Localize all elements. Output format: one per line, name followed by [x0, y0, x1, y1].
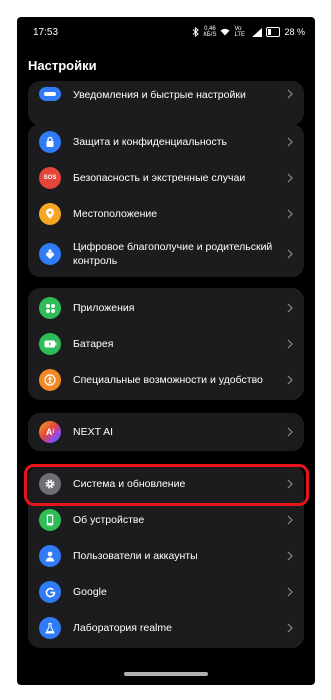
chevron-right-icon: [287, 209, 293, 219]
settings-item-label: Об устройстве: [73, 514, 145, 526]
settings-item-label: Безопасность и экстренные случаи: [73, 172, 246, 184]
settings-item-accessibility[interactable]: Специальные возможности и удобство: [28, 362, 304, 398]
chevron-right-icon: [287, 339, 293, 349]
chevron-right-icon: [287, 137, 293, 147]
home-indicator[interactable]: [124, 672, 208, 676]
chevron-right-icon: [287, 551, 293, 561]
heart-person-icon: [39, 243, 61, 265]
network-speed: 0,46 КБ/S: [203, 26, 216, 38]
flask-icon: [39, 617, 61, 639]
status-bar: 17:53 0,46 КБ/S Vo LTE 28 %: [17, 17, 315, 49]
user-icon: [39, 545, 61, 567]
settings-item-privacy[interactable]: Защита и конфиденциальность: [28, 124, 304, 160]
settings-item-location[interactable]: Местоположение: [28, 196, 304, 232]
settings-item-notifications[interactable]: Уведомления и быстрые настройки: [28, 81, 304, 125]
settings-item-google[interactable]: Google: [28, 574, 304, 610]
chevron-right-icon: [287, 303, 293, 313]
chevron-right-icon: [287, 173, 293, 183]
lock-shield-icon: [39, 131, 61, 153]
settings-item-label: Приложения: [73, 302, 135, 314]
chevron-right-icon: [287, 587, 293, 597]
phone-icon: [39, 509, 61, 531]
settings-item-label: Цифровое благополучие и родительский кон…: [73, 241, 273, 267]
accessibility-icon: [39, 369, 61, 391]
settings-item-label: Пользователи и аккаунты: [73, 550, 198, 562]
settings-item-lab[interactable]: Лаборатория realme: [28, 610, 304, 646]
chevron-right-icon: [287, 249, 293, 259]
settings-group-4: Ai NEXT AI: [28, 413, 304, 451]
page-title: Настройки: [28, 58, 97, 73]
battery-percent: 28 %: [284, 27, 305, 37]
settings-item-label: Уведомления и быстрые настройки: [73, 89, 246, 101]
chevron-right-icon: [287, 427, 293, 437]
battery-icon: [39, 333, 61, 355]
settings-item-sos[interactable]: SOS Безопасность и экстренные случаи: [28, 160, 304, 196]
settings-item-label: Google: [73, 586, 107, 598]
apps-grid-icon: [39, 297, 61, 319]
settings-item-apps[interactable]: Приложения: [28, 290, 304, 326]
notification-icon: [39, 87, 61, 101]
volte-label: Vo LTE: [234, 26, 246, 38]
settings-item-wellbeing[interactable]: Цифровое благополучие и родительский кон…: [28, 232, 304, 277]
settings-group-1: Уведомления и быстрые настройки: [28, 81, 304, 125]
phone-screen: 17:53 0,46 КБ/S Vo LTE 28 % Настройки Ув…: [17, 17, 315, 685]
settings-item-label: Специальные возможности и удобство: [73, 374, 263, 386]
location-pin-icon: [39, 203, 61, 225]
settings-group-2: Защита и конфиденциальность SOS Безопасн…: [28, 124, 304, 277]
settings-item-label: Защита и конфиденциальность: [73, 136, 228, 148]
wifi-icon: [220, 28, 230, 36]
network-speed-unit: КБ/S: [203, 32, 217, 38]
settings-item-users[interactable]: Пользователи и аккаунты: [28, 538, 304, 574]
chevron-right-icon: [287, 89, 293, 99]
highlight-frame: [24, 464, 309, 506]
settings-item-label: Батарея: [73, 338, 114, 350]
sos-icon: SOS: [39, 167, 61, 189]
chevron-right-icon: [287, 623, 293, 633]
ai-icon: Ai: [39, 421, 61, 443]
settings-item-label: Лаборатория realme: [73, 622, 172, 634]
settings-item-label: NEXT AI: [73, 426, 114, 438]
chevron-right-icon: [287, 375, 293, 385]
status-icons: 0,46 КБ/S Vo LTE 28 %: [192, 26, 305, 38]
settings-item-label: Местоположение: [73, 208, 158, 220]
settings-item-battery[interactable]: Батарея: [28, 326, 304, 362]
signal-icon: [252, 27, 263, 37]
battery-status-icon: [266, 27, 281, 37]
settings-item-about[interactable]: Об устройстве: [28, 502, 304, 538]
bluetooth-icon: [193, 27, 200, 37]
google-icon: [39, 581, 61, 603]
chevron-right-icon: [287, 515, 293, 525]
status-time: 17:53: [33, 27, 59, 38]
settings-item-next-ai[interactable]: Ai NEXT AI: [28, 413, 304, 451]
settings-group-3: Приложения Батарея Специальные возможнос…: [28, 288, 304, 400]
